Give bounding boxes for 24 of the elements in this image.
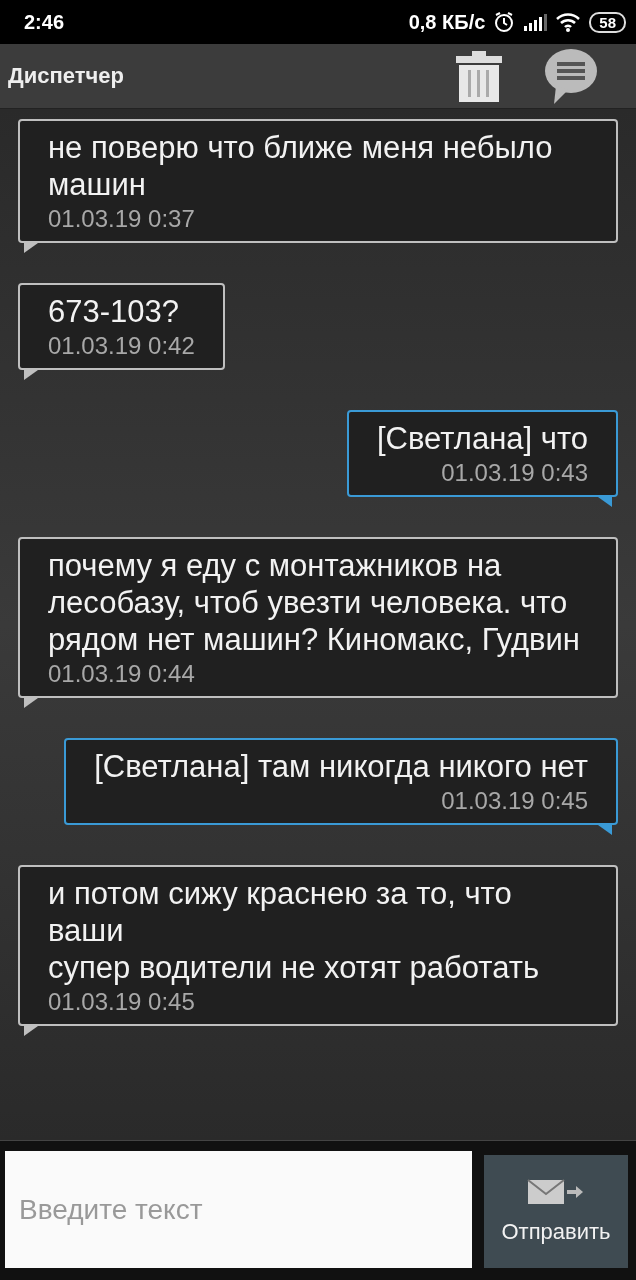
- chat-bubble-icon[interactable]: [544, 48, 598, 104]
- wifi-icon: [555, 12, 582, 32]
- message-text: [Светлана] что: [377, 420, 588, 457]
- signal-icon: [523, 13, 548, 31]
- message-timestamp: 01.03.19 0:42: [48, 331, 195, 361]
- battery-level: 58: [589, 11, 626, 33]
- message-text: не поверю что ближе меня небыло машин: [48, 129, 554, 203]
- network-speed: 0,8 КБ/с: [408, 10, 486, 34]
- message-text: и потом сижу краснею за то, что ваши супер водители не хотят работать: [48, 875, 541, 986]
- screen-title: Диспетчер: [8, 63, 125, 89]
- send-button[interactable]: Отправить: [484, 1155, 628, 1268]
- message-text: почему я еду с монтажников на лесобазу, чтоб увезти человека. что рядом нет машин? Киномакс, Гудвин: [48, 547, 581, 658]
- clock-time: 2:46: [24, 10, 65, 34]
- message-timestamp: 01.03.19 0:37: [48, 204, 196, 234]
- message-text: 673-103?: [48, 293, 180, 330]
- message-timestamp: 01.03.19 0:43: [440, 458, 588, 488]
- message-timestamp: 01.03.19 0:45: [440, 786, 588, 816]
- message-timestamp: 01.03.19 0:44: [48, 659, 196, 689]
- message-timestamp: 01.03.19 0:45: [48, 987, 196, 1017]
- trash-icon[interactable]: [454, 50, 504, 102]
- alarm-clock-icon: [493, 11, 516, 33]
- message-input-field[interactable]: Введите текст: [5, 1151, 472, 1268]
- envelope-arrow-icon: [527, 1178, 585, 1205]
- message-text: [Светлана] там никогда никого нет: [94, 748, 588, 785]
